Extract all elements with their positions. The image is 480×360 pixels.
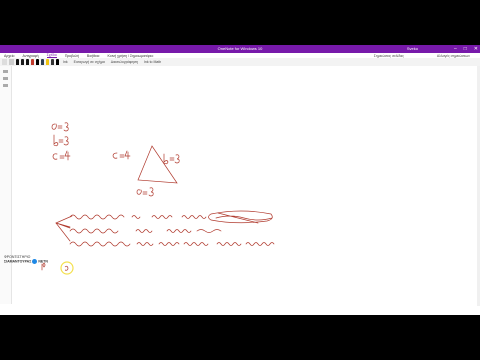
ink-button[interactable]: Ink [63,60,68,64]
ink-stroke [137,145,178,184]
ink-stroke [41,262,46,271]
ink-stroke [136,187,154,197]
brand-line2: ΣΙΑΜΑΝΤΟΥΡΑΣ [4,259,32,264]
account-name[interactable]: Sveko [407,45,418,53]
pen-icon[interactable] [56,59,59,65]
maximize-button[interactable]: □ [464,45,467,53]
pen-icon[interactable] [21,59,24,65]
ink-stroke [51,122,69,132]
ink-stroke [69,228,222,234]
ink-stroke [69,214,207,220]
close-button[interactable]: ✕ [474,45,478,53]
pen-icon[interactable] [16,59,19,65]
window-controls: – □ ✕ [454,45,478,53]
search-icon[interactable] [3,77,8,80]
tab-help[interactable]: Βοήθεια [87,54,100,58]
notebooks-icon[interactable] [3,70,8,73]
ink-to-math-button[interactable]: Ink to Math [144,60,161,64]
brand-suffix: NETN [38,259,48,264]
tab-home[interactable]: Αντιγραφή [22,54,38,58]
notes-changes-button[interactable]: Αλλαγές σημειώσεων [437,54,470,58]
eraser-icon[interactable] [9,59,14,65]
pointer-highlight [60,261,74,275]
pen-icon[interactable] [41,59,44,65]
pen-icon[interactable] [36,59,39,65]
recent-icon[interactable] [3,84,8,87]
brand-logo-icon [32,259,38,264]
lasso-select-icon[interactable] [2,59,7,65]
minimize-button[interactable]: – [454,45,457,53]
tab-view[interactable]: Προβολή [65,54,79,58]
tab-share[interactable]: Κοινή χρήση / Σημειωματάριο [107,54,153,58]
ink-stroke [112,150,131,160]
tab-file[interactable]: Αρχείο [4,54,14,58]
pen-icon[interactable] [51,59,54,65]
navigation-sidebar [0,66,12,304]
brand-watermark: ΦΡΟΝΤΙΣΤΗΡΙΟ ΣΙΑΜΑΝΤΟΥΡΑΣ NETN [4,255,48,264]
pen-icon[interactable] [26,59,29,65]
ink-drawing [41,122,275,275]
pen-icon[interactable] [31,59,34,65]
ink-stroke [55,215,73,242]
type-button[interactable]: Δακτυλογράφηση [111,60,138,64]
ink-stroke [64,265,69,271]
ink-stroke [53,134,69,147]
ink-stroke [163,153,180,165]
ink-stroke [52,150,71,161]
status-strip [0,306,480,315]
highlighter-icon[interactable] [46,59,49,65]
ink-to-shape-button[interactable]: Εισαγωγή σε σχήμα [74,60,105,64]
app-window: OneNote for Windows 10 Sveko – □ ✕ Αρχεί… [0,45,480,315]
page-canvas[interactable] [12,66,480,306]
page-notes-button[interactable]: Σημειώσεις σελίδας [374,54,404,58]
title-bar: OneNote for Windows 10 Sveko – □ ✕ [0,45,480,53]
ink-stroke [208,210,273,224]
ink-stroke [69,241,275,247]
